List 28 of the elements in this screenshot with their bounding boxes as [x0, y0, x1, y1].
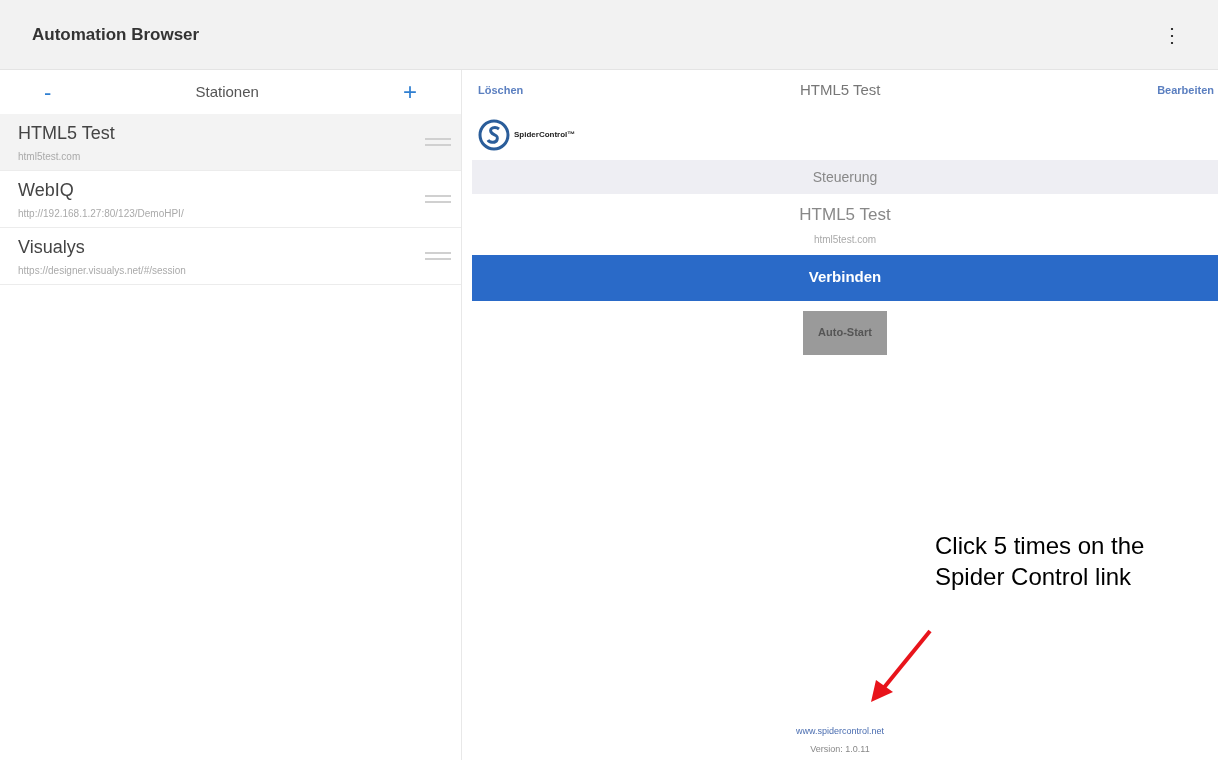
drag-handle-icon[interactable] [425, 137, 451, 147]
version-text: Version: 1.0.11 [810, 742, 870, 756]
add-button[interactable]: + [402, 74, 417, 110]
station-name: Visualys [18, 236, 86, 259]
delete-link[interactable]: Löschen [478, 81, 524, 99]
drag-handle-icon[interactable] [425, 251, 451, 261]
drag-handle-icon[interactable] [425, 194, 451, 204]
section-header: Steuerung [472, 160, 1218, 194]
station-url: http://192.168.1.27:80/123/DemoHPI/ [18, 207, 184, 221]
app-title: Automation Browser [32, 23, 200, 46]
station-url: https://designer.visualys.net/#/session [18, 264, 186, 278]
annotation-text: Click 5 times on the Spider Control link [935, 531, 1146, 593]
station-name: WebIQ [18, 179, 75, 202]
remove-button[interactable]: - [44, 75, 52, 109]
logo-text: SpiderControl™ [514, 129, 576, 141]
station-url: html5test.com [18, 150, 82, 164]
logo-icon [478, 119, 510, 151]
website-link[interactable]: www.spidercontrol.net [795, 725, 884, 739]
station-address: html5test.com [813, 232, 877, 247]
stations-title: Stationen [195, 81, 259, 102]
station-item[interactable]: HTML5 Test html5test.com [0, 114, 461, 171]
detail-title: HTML5 Test [799, 79, 881, 100]
station-title: HTML5 Test [799, 204, 891, 226]
connect-button[interactable]: Verbinden [472, 254, 1218, 301]
autostart-button[interactable]: Auto-Start [803, 310, 887, 355]
menu-button[interactable]: ⋮ [1158, 19, 1186, 50]
edit-link[interactable]: Bearbeiten [1157, 81, 1214, 99]
station-name: HTML5 Test [18, 122, 115, 145]
